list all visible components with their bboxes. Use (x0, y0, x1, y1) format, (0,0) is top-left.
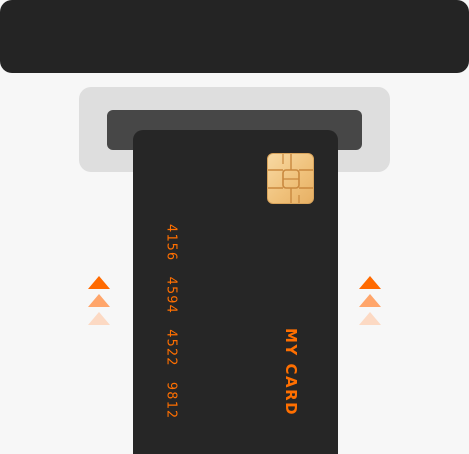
insert-arrows-left (88, 276, 112, 326)
chevron-up-icon (359, 312, 381, 325)
chevron-up-icon (88, 276, 110, 289)
chevron-up-icon (88, 312, 110, 325)
card-label: MY CARD (282, 328, 300, 417)
card-chip-icon (267, 153, 314, 204)
card-number: 4156 4594 4522 9812 (163, 224, 180, 420)
credit-card[interactable]: 4156 4594 4522 9812 MY CARD (133, 130, 338, 454)
chevron-up-icon (359, 276, 381, 289)
chevron-up-icon (88, 294, 110, 307)
chevron-up-icon (359, 294, 381, 307)
top-bar (0, 0, 469, 73)
insert-arrows-right (359, 276, 383, 326)
